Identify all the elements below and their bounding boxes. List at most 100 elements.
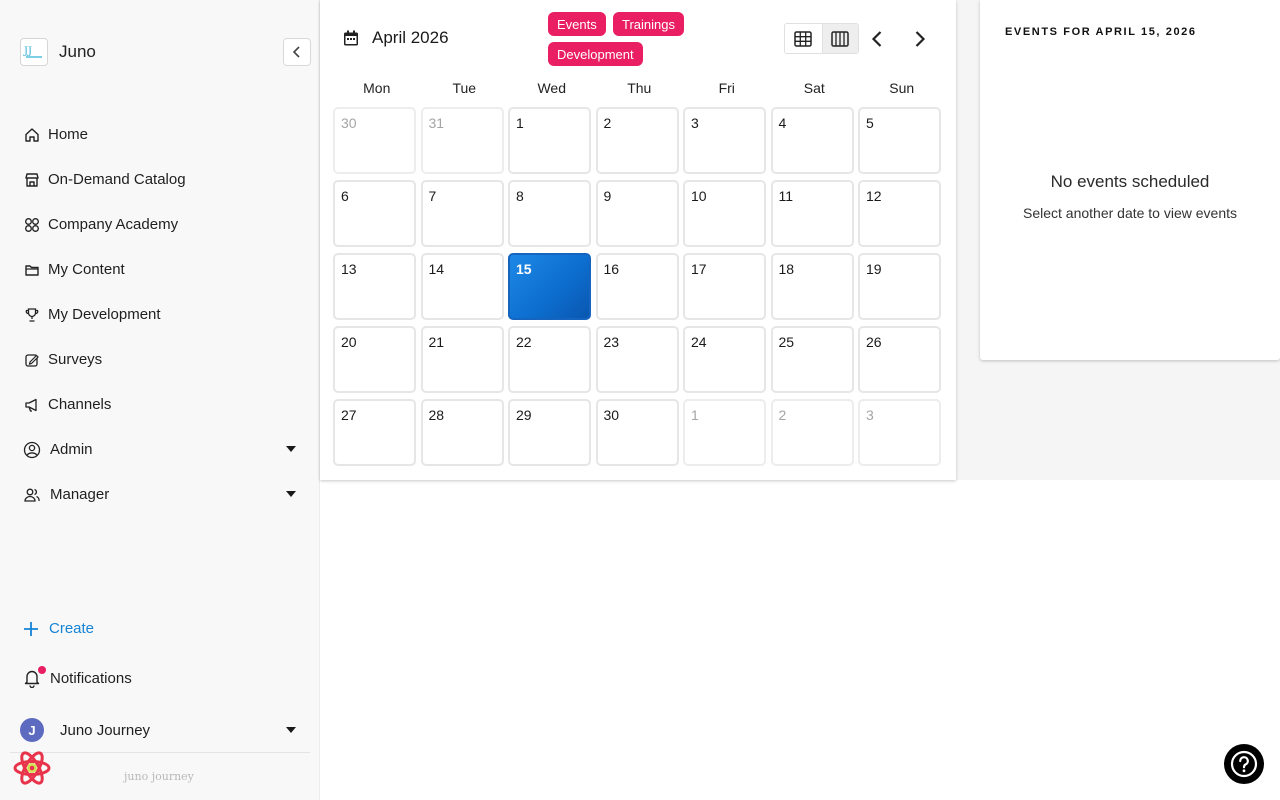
store-icon <box>23 171 41 189</box>
user-name: Juno Journey <box>60 721 151 739</box>
calendar-day-cell[interactable]: 1 <box>508 107 591 174</box>
help-button[interactable] <box>1224 744 1264 784</box>
calendar-day-cell[interactable]: 9 <box>595 180 679 247</box>
react-devtools-icon[interactable] <box>12 748 52 788</box>
svg-text:JJ: JJ <box>23 46 32 57</box>
calendar-day-cell[interactable]: 28 <box>420 399 504 466</box>
home-icon <box>23 126 41 144</box>
sidebar: JJ Juno Home On-Demand Catalog Company A… <box>0 0 320 800</box>
calendar-icon <box>344 30 358 46</box>
calendar-day-cell[interactable]: 2 <box>595 107 679 174</box>
notification-badge <box>38 666 46 674</box>
help-icon <box>1230 750 1258 778</box>
calendar-day-number: 13 <box>341 261 357 277</box>
filter-chip-events[interactable]: Events <box>548 12 606 36</box>
calendar-day-number: 12 <box>866 188 882 204</box>
calendar-day-number: 6 <box>341 188 349 204</box>
filter-chip-development[interactable]: Development <box>548 42 643 66</box>
sidebar-item-channels[interactable]: Channels <box>0 382 320 427</box>
filter-chip-trainings[interactable]: Trainings <box>613 12 684 36</box>
sidebar-divider <box>10 752 310 753</box>
create-button[interactable]: Create <box>23 620 94 637</box>
calendar-day-number: 2 <box>603 115 612 131</box>
week-view-button[interactable] <box>821 24 858 53</box>
caret-down-icon[interactable] <box>286 446 296 452</box>
calendar-day-cell[interactable]: 29 <box>508 399 591 466</box>
brand[interactable]: JJ Juno <box>20 38 96 66</box>
calendar-day-cell[interactable]: 16 <box>595 253 679 320</box>
calendar-day-cell[interactable]: 30 <box>595 399 679 466</box>
grid-view-icon <box>794 30 812 47</box>
calendar-day-cell[interactable]: 24 <box>683 326 766 393</box>
sidebar-item-home[interactable]: Home <box>0 112 320 157</box>
calendar-day-cell-selected[interactable]: 15 <box>508 253 591 320</box>
calendar-day-cell[interactable]: 11 <box>770 180 854 247</box>
survey-icon <box>23 351 41 369</box>
calendar-day-cell[interactable]: 3 <box>858 399 941 466</box>
calendar-day-cell[interactable]: 12 <box>858 180 941 247</box>
weekday-label: Sun <box>889 80 915 96</box>
calendar-day-number: 27 <box>341 407 357 423</box>
weekday-label: Sat <box>803 80 825 96</box>
calendar-day-cell[interactable]: 18 <box>770 253 854 320</box>
sidebar-item-label: Home <box>48 126 89 143</box>
next-month-button[interactable] <box>907 26 933 52</box>
sidebar-item-surveys[interactable]: Surveys <box>0 337 320 382</box>
view-toggle <box>784 23 859 54</box>
sidebar-item-my-development[interactable]: My Development <box>0 292 320 337</box>
caret-down-icon[interactable] <box>286 727 296 733</box>
calendar-day-cell[interactable]: 22 <box>508 326 591 393</box>
calendar-day-cell[interactable]: 5 <box>858 107 941 174</box>
calendar-day-cell[interactable]: 13 <box>333 253 416 320</box>
user-circle-icon <box>23 441 41 459</box>
calendar-day-number: 5 <box>866 115 874 131</box>
calendar-day-cell[interactable]: 26 <box>858 326 941 393</box>
calendar-day-cell[interactable]: 31 <box>420 107 504 174</box>
caret-down-icon[interactable] <box>286 491 296 497</box>
calendar-day-number: 2 <box>778 407 787 423</box>
calendar-header: April 2026 <box>342 28 449 48</box>
calendar-day-cell[interactable]: 27 <box>333 399 416 466</box>
calendar-day-cell[interactable]: 3 <box>683 107 766 174</box>
calendar-day-cell[interactable]: 23 <box>595 326 679 393</box>
calendar-day-cell[interactable]: 14 <box>420 253 504 320</box>
notifications-button[interactable]: Notifications <box>23 666 132 688</box>
calendar-day-number: 4 <box>778 115 787 131</box>
calendar-day-number: 11 <box>778 188 794 204</box>
sidebar-item-admin[interactable]: Admin <box>0 427 320 472</box>
sidebar-item-my-content[interactable]: My Content <box>0 247 320 292</box>
calendar-day-cell[interactable]: 17 <box>683 253 766 320</box>
calendar-day-cell[interactable]: 10 <box>683 180 766 247</box>
calendar-day-number: 26 <box>866 334 882 350</box>
sidebar-item-company-academy[interactable]: Company Academy <box>0 202 320 247</box>
calendar-day-number: 30 <box>603 407 620 423</box>
calendar-day-cell[interactable]: 1 <box>683 399 766 466</box>
sidebar-item-on-demand-catalog[interactable]: On-Demand Catalog <box>0 157 320 202</box>
collapse-sidebar-button[interactable] <box>283 38 311 66</box>
sidebar-item-manager[interactable]: Manager <box>0 472 320 517</box>
trophy-icon <box>23 306 41 324</box>
calendar-day-cell[interactable]: 4 <box>770 107 854 174</box>
calendar-day-cell[interactable]: 30 <box>333 107 416 174</box>
users-icon <box>23 486 41 504</box>
calendar-day-cell[interactable]: 25 <box>770 326 854 393</box>
calendar-day-cell[interactable]: 8 <box>508 180 591 247</box>
calendar-day-cell[interactable]: 7 <box>420 180 504 247</box>
sidebar-item-label: Company Academy <box>48 216 179 233</box>
calendar-day-number: 3 <box>866 407 874 423</box>
calendar-day-cell[interactable]: 6 <box>333 180 416 247</box>
calendar-day-number: 17 <box>691 261 707 277</box>
previous-month-button[interactable] <box>864 26 890 52</box>
user-menu[interactable]: J Juno Journey <box>20 718 300 742</box>
sidebar-item-label: Channels <box>48 396 112 413</box>
calendar-day-cell[interactable]: 21 <box>420 326 504 393</box>
calendar-day-number: 21 <box>428 334 445 350</box>
sidebar-item-label: My Content <box>48 261 125 278</box>
calendar-day-cell[interactable]: 2 <box>770 399 854 466</box>
weekday-header-row: Mon Tue Wed Thu Fri Sat Sun <box>333 80 949 96</box>
calendar-day-cell[interactable]: 19 <box>858 253 941 320</box>
calendar-day-number: 9 <box>603 188 612 204</box>
calendar-day-cell[interactable]: 20 <box>333 326 416 393</box>
month-view-button[interactable] <box>785 24 822 53</box>
megaphone-icon <box>23 396 41 414</box>
